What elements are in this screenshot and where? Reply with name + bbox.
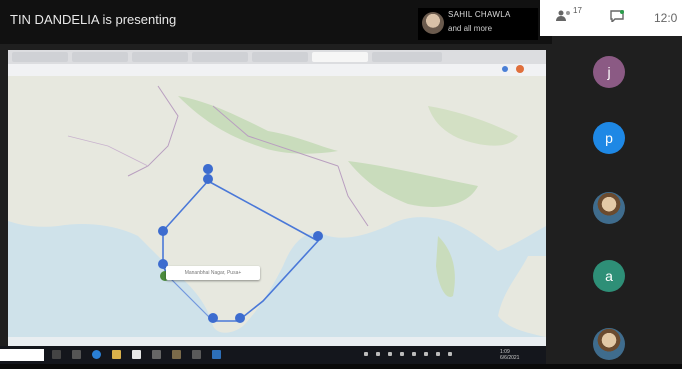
browser-tab[interactable] [12,52,68,62]
tray-icon[interactable] [424,352,428,356]
browser-tab-active[interactable] [312,52,368,62]
browser-tab[interactable] [72,52,128,62]
participant-photo-avatar[interactable] [593,328,625,360]
participant-tiles: j p a [552,36,682,369]
participant-avatar-a[interactable]: a [593,260,625,292]
browser-tab[interactable] [252,52,308,62]
browser-tab[interactable] [372,52,442,62]
store-icon[interactable] [132,350,141,359]
participant-count: 17 [573,6,582,15]
windows-taskbar: 1:09 6/6/2021 [0,346,546,364]
people-icon[interactable] [556,10,574,25]
map-info-popup[interactable]: Mananbhai Nagar, Pusa+ [166,266,260,280]
browser-tab[interactable] [192,52,248,62]
top-right-controls: 17 12:0 [540,0,682,36]
speaker-avatar [422,12,444,34]
participant-photo-avatar[interactable] [593,192,625,224]
active-speaker-chip[interactable]: SAHIL CHAWLA and all more [418,8,538,40]
meeting-clock: 12:0 [654,11,678,25]
map-canvas[interactable] [8,76,546,337]
profile-icon[interactable] [516,65,524,73]
tray-icon[interactable] [436,352,440,356]
tray-icon[interactable] [448,352,452,356]
extension-icon[interactable] [502,66,508,72]
browser-tab[interactable] [132,52,188,62]
shared-screen: Mananbhai Nagar, Pusa+ [8,50,546,347]
taskbar-app-icon[interactable] [152,350,161,359]
tray-icon[interactable] [376,352,380,356]
speaker-name: SAHIL CHAWLA [448,10,511,19]
tray-icon[interactable] [400,352,404,356]
taskbar-date: 6/6/2021 [500,355,520,361]
speaker-more: and all more [448,24,493,33]
tray-icon[interactable] [364,352,368,356]
participant-avatar-j[interactable]: j [593,56,625,88]
taskbar-clock: 1:09 6/6/2021 [500,349,519,361]
chat-icon[interactable] [610,10,624,25]
tray-icon[interactable] [412,352,416,356]
taskbar-app-icon[interactable] [192,350,201,359]
bottom-bar [0,364,682,369]
task-view-icon[interactable] [52,350,61,359]
presenter-banner: TIN DANDELIA is presenting [10,12,177,27]
tray-icon[interactable] [388,352,392,356]
file-explorer-icon[interactable] [112,350,121,359]
taskbar-app-icon[interactable] [172,350,181,359]
browser-tab-strip [8,50,546,64]
edge-icon[interactable] [92,350,101,359]
participant-avatar-p[interactable]: p [593,122,625,154]
taskbar-search-box[interactable] [0,349,44,361]
taskbar-app-icon[interactable] [212,350,221,359]
taskbar-app-icon[interactable] [72,350,81,359]
